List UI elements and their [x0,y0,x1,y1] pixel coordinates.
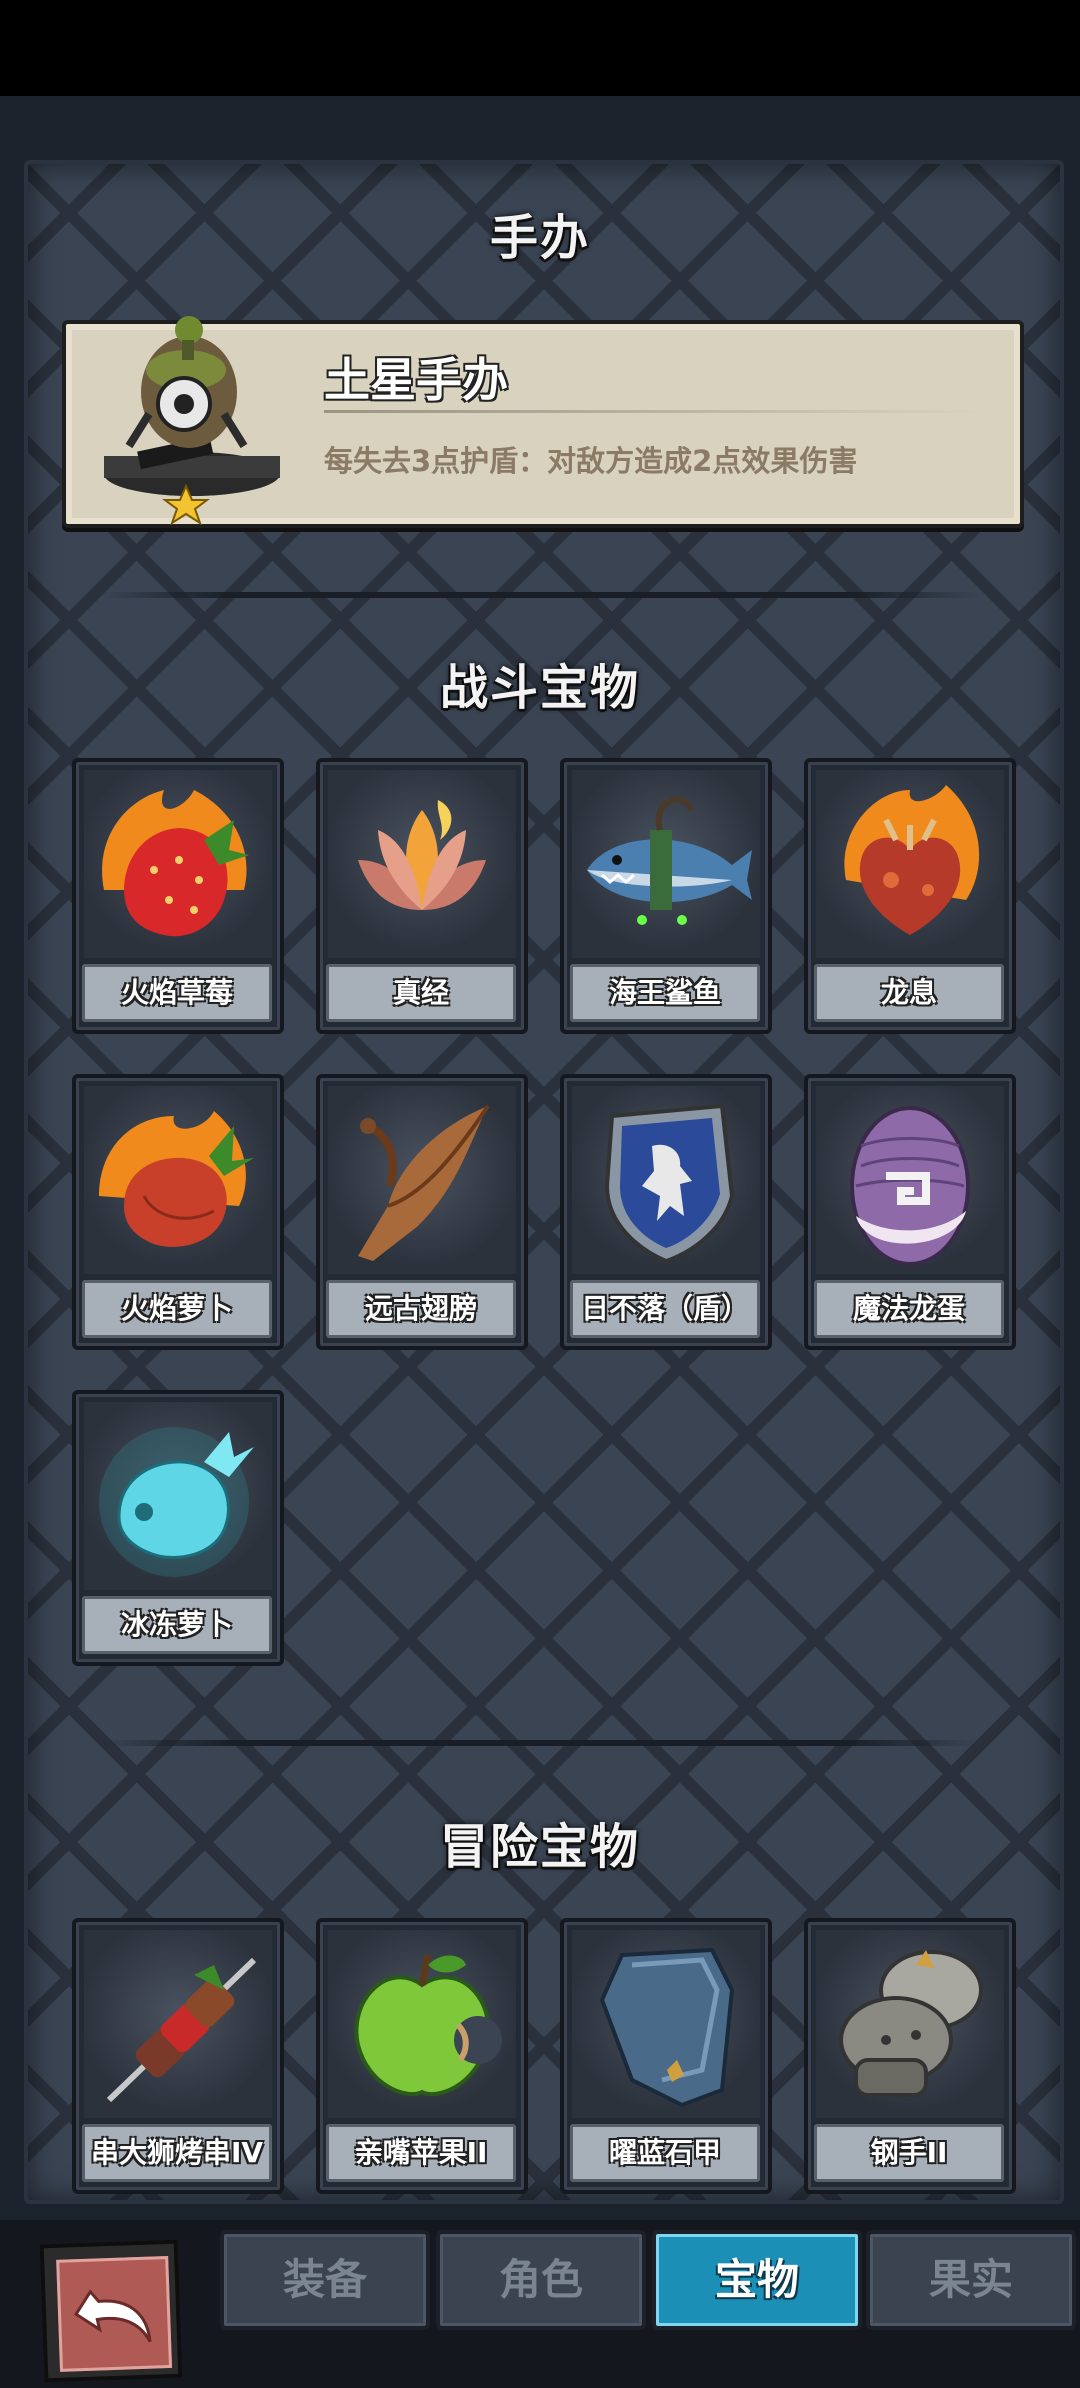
treasure-tile[interactable]: 远古翅膀 [316,1074,528,1350]
tile-art [572,1086,760,1274]
section-divider [100,1740,980,1746]
treasure-tile[interactable]: 龙息 [804,758,1016,1034]
tile-art [328,770,516,958]
tile-label: 魔法龙蛋 [814,1280,1004,1338]
shark-fish-icon [587,796,752,925]
tile-art [572,1930,760,2118]
tile-art [84,770,272,958]
battle-section-title: 战斗宝物 [439,660,640,716]
section-divider [100,592,980,598]
treasure-tile[interactable]: 魔法龙蛋 [804,1074,1016,1350]
tile-label: 火焰萝卜 [82,1280,272,1338]
frozen-radish-icon [99,1427,254,1577]
tile-label: 海王鲨鱼 [570,964,760,1022]
back-button-face [56,2255,173,2372]
tile-label: 远古翅膀 [326,1280,516,1338]
tile-label: 曜蓝石甲 [570,2124,760,2182]
tile-art [328,1086,516,1274]
treasure-tile[interactable]: 真经 [316,758,528,1034]
burning-lotus-icon [358,800,486,910]
adventure-section-title: 冒险宝物 [439,1819,640,1875]
tile-label: 日不落（盾） [570,1280,760,1338]
treasure-tile[interactable]: 火焰萝卜 [72,1074,284,1350]
treasure-tile[interactable]: 串大狮烤串IV [72,1918,284,2194]
flaming-heart-icon [844,785,980,935]
figure-description: 每失去3点护盾：对敌方造成2点效果伤害 [324,444,858,478]
flaming-strawberry-icon [102,790,249,937]
tile-art [84,1086,272,1274]
tab-treasure[interactable]: 宝物 [652,2230,862,2330]
tile-label: 亲嘴苹果II [326,2124,516,2182]
tile-art [572,770,760,958]
treasure-tile[interactable]: 亲嘴苹果II [316,1918,528,2194]
bottom-navbar: 装备 角色 宝物 果实 [0,2220,1080,2388]
kebab-skewer-icon [106,1957,257,2103]
tile-art [816,770,1004,958]
dragon-egg-icon [850,1106,970,1266]
flaming-radish-icon [99,1111,254,1247]
tile-art [84,1930,272,2118]
tab-equipment[interactable]: 装备 [220,2230,430,2330]
treasure-tile[interactable]: 曜蓝石甲 [560,1918,772,2194]
tile-label: 冰冻萝卜 [82,1596,272,1654]
figure-section-title: 手办 [489,210,590,266]
figure-name: 土星手办 [324,353,508,407]
back-arrow-icon [74,2289,152,2343]
tile-label: 真经 [326,964,516,1022]
bitten-apple-icon [354,1954,502,2097]
tile-art [816,1086,1004,1274]
tab-character[interactable]: 角色 [436,2230,646,2330]
steel-gauntlet-icon [839,1950,983,2097]
lion-shield-icon [604,1103,735,1264]
tile-label: 串大狮烤串IV [82,2124,272,2182]
blue-armor-icon [599,1947,735,2108]
treasure-tile[interactable]: 钢手II [804,1918,1016,2194]
saturn-figure-icon [104,316,280,526]
figure-card[interactable]: 土星手办 每失去3点护盾：对敌方造成2点效果伤害 [62,316,1024,528]
figure-divider [324,410,984,413]
back-button[interactable] [39,2239,183,2383]
tile-label: 火焰草莓 [82,964,272,1022]
treasure-tile[interactable]: 火焰草莓 [72,758,284,1034]
tile-art [328,1930,516,2118]
treasure-tile[interactable]: 海王鲨鱼 [560,758,772,1034]
treasure-tile[interactable]: 冰冻萝卜 [72,1390,284,1666]
status-bar-area [0,0,1080,96]
tab-fruit[interactable]: 果实 [866,2230,1076,2330]
tile-art [84,1402,272,1590]
tile-art [816,1930,1004,2118]
tile-label: 钢手II [814,2124,1004,2182]
ancient-wing-icon [358,1104,490,1261]
treasure-tile[interactable]: 日不落（盾） [560,1074,772,1350]
tile-label: 龙息 [814,964,1004,1022]
